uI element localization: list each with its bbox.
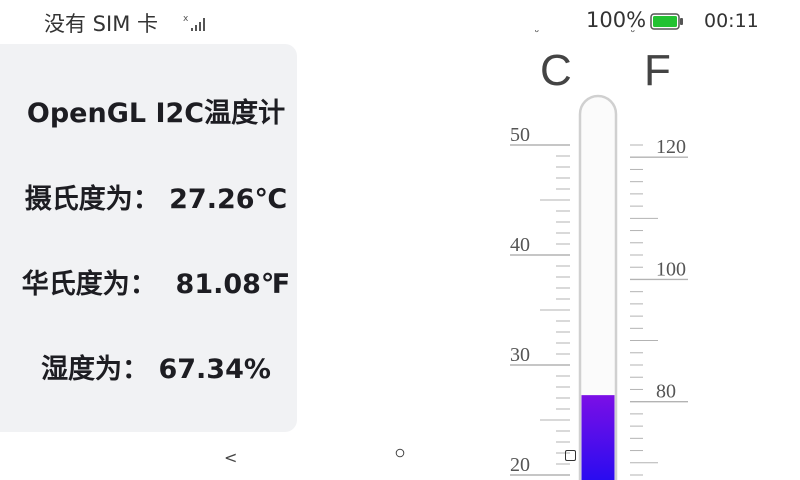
celsius-tick-label: 50 [510,124,530,146]
battery-icon [650,13,683,30]
thermometer: ° C ° F 50 40 30 20 120 100 80 [510,30,688,480]
celsius-tick-label: 30 [510,344,530,366]
fahrenheit-scale: 120 100 80 [630,136,688,476]
fahrenheit-label: 华氏度为： [21,269,157,300]
fahrenheit-tick-label: 80 [656,381,676,403]
celsius-tick-label: 20 [510,454,530,476]
humidity-row: 湿度为： 67.34% [0,347,312,386]
clock: 00:11 [704,10,759,32]
fahrenheit-tick-label: 100 [656,258,686,280]
battery-percent: 100% [586,8,647,32]
signal-icon: x [183,14,205,31]
humidity-value: 67.34% [158,354,271,385]
fahrenheit-value: 81.08℉ [175,269,291,300]
svg-text:x: x [183,14,189,24]
celsius-unit-label: C [540,46,572,95]
fahrenheit-tick-label: 120 [656,136,686,158]
fahrenheit-unit-label: F [644,46,671,95]
celsius-scale: 50 40 30 20 [510,124,570,476]
info-panel: OpenGL I2C温度计 摄氏度为： 27.26℃ 华氏度为： 81.08℉ … [0,44,297,432]
celsius-label: 摄氏度为： [24,184,160,215]
celsius-tick-label: 40 [510,234,530,256]
mercury-column [581,395,615,480]
app-title: OpenGL I2C温度计 [26,98,286,129]
nav-back-button[interactable]: < [224,448,237,467]
humidity-label: 湿度为： [41,354,150,385]
celsius-degree-mark: ° [534,30,540,40]
nav-home-button[interactable] [395,448,405,458]
fahrenheit-degree-mark: ° [630,30,636,40]
celsius-row: 摄氏度为： 27.26℃ [0,177,312,216]
fahrenheit-row: 华氏度为： 81.08℉ [0,262,312,301]
nav-recent-button[interactable] [565,450,576,461]
carrier-label: 没有 SIM 卡 [44,12,158,36]
celsius-value: 27.26℃ [169,184,288,215]
